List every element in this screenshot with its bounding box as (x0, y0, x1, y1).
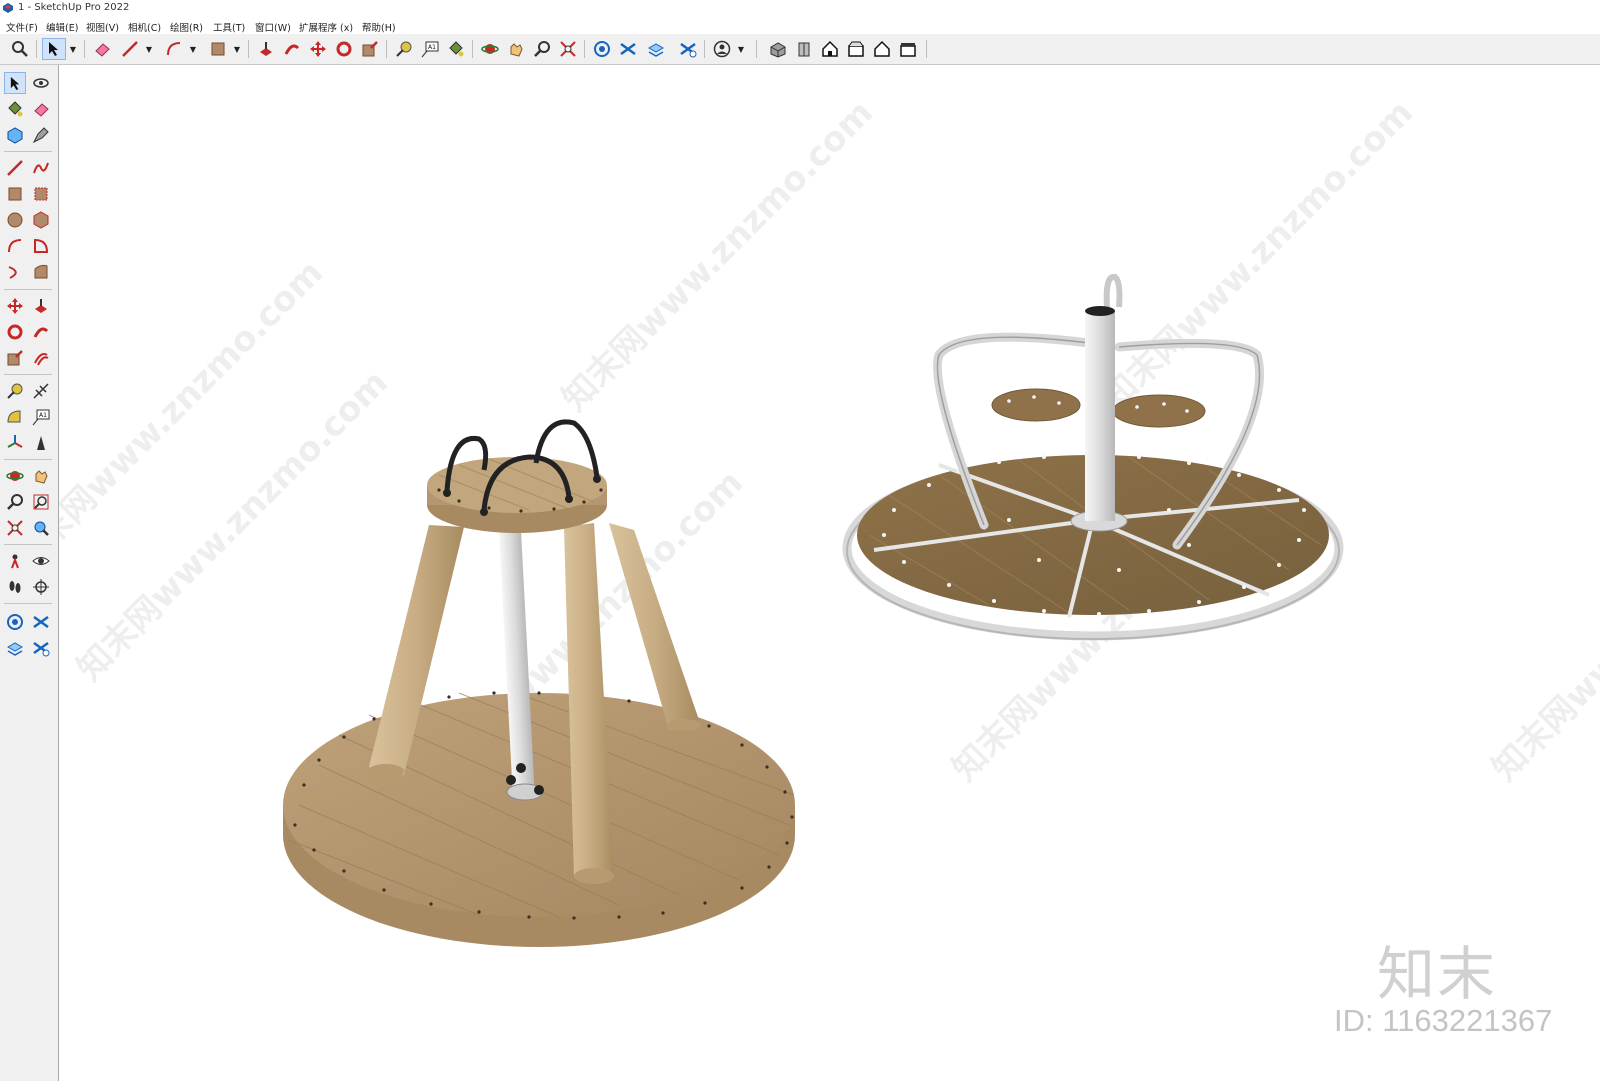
rectangle-icon[interactable] (206, 38, 230, 60)
svg-text:A1: A1 (39, 412, 47, 419)
menu-extensions[interactable]: 扩展程序 (x) (299, 20, 353, 34)
scale-icon[interactable] (4, 347, 26, 369)
menu-view[interactable]: 视图(V) (86, 20, 119, 34)
menu-window[interactable]: 窗口(W) (255, 20, 291, 34)
metal-spinner-model (842, 273, 1344, 641)
pan-icon[interactable] (504, 38, 528, 60)
tape-measure-icon[interactable] (392, 38, 416, 60)
tag-icon[interactable] (30, 124, 52, 146)
select-icon[interactable] (42, 38, 66, 60)
two-point-arc-icon[interactable] (4, 261, 26, 283)
search-icon[interactable] (8, 38, 32, 60)
circle-icon[interactable] (4, 209, 26, 231)
orbit-icon[interactable] (30, 72, 52, 94)
pencil-dropdown-icon[interactable]: ▼ (144, 40, 154, 58)
protractor-icon[interactable] (4, 406, 26, 428)
arc-icon[interactable] (162, 38, 186, 60)
offset-icon[interactable] (30, 347, 52, 369)
dimension-icon[interactable] (30, 380, 52, 402)
brand-logo: 知末 (1377, 940, 1498, 1008)
look-around-icon[interactable] (30, 550, 52, 572)
3d-text-icon[interactable] (30, 432, 52, 454)
select-icon[interactable] (4, 72, 26, 94)
front-view-icon[interactable] (792, 38, 816, 60)
layout-icon[interactable] (4, 637, 26, 659)
svg-text:A1: A1 (428, 44, 436, 51)
eraser-icon[interactable] (90, 38, 114, 60)
extension-manager-icon[interactable] (30, 637, 52, 659)
title-bar: 1 - SketchUp Pro 2022 (0, 0, 1600, 17)
menu-camera[interactable]: 相机(C) (128, 20, 161, 34)
three-point-arc-icon[interactable] (30, 261, 52, 283)
wooden-spinner-model (283, 419, 795, 947)
follow-me-icon[interactable] (30, 321, 52, 343)
component-icon[interactable] (4, 124, 26, 146)
extension-manager-icon[interactable] (676, 38, 700, 60)
pencil-icon[interactable] (118, 38, 142, 60)
section-plane-icon[interactable] (30, 576, 52, 598)
text-icon[interactable]: A1 (418, 38, 442, 60)
text-icon[interactable]: A1 (30, 406, 52, 428)
model-id-label: ID: 1163221367 (1334, 1003, 1553, 1038)
previous-view-icon[interactable] (30, 517, 52, 539)
position-camera-icon[interactable] (4, 550, 26, 572)
push-pull-icon[interactable] (30, 295, 52, 317)
menu-bar: 文件(F) 编辑(E) 视图(V) 相机(C) 绘图(R) 工具(T) 窗口(W… (0, 17, 1600, 34)
back-view-icon[interactable] (870, 38, 894, 60)
push-pull-icon[interactable] (254, 38, 278, 60)
modeling-viewport[interactable]: 知末网www.znzmo.com 知末网www.znzmo.com 知末网www… (59, 65, 1600, 1081)
move-icon[interactable] (4, 295, 26, 317)
zoom-extents-icon[interactable] (4, 517, 26, 539)
left-view-icon[interactable] (896, 38, 920, 60)
warehouse-icon[interactable] (4, 611, 26, 633)
menu-help[interactable]: 帮助(H) (362, 20, 396, 34)
menu-draw[interactable]: 绘图(R) (170, 20, 203, 34)
iso-view-icon[interactable] (766, 38, 790, 60)
arc-icon[interactable] (4, 235, 26, 257)
arc-dropdown-icon[interactable]: ▼ (188, 40, 198, 58)
line-icon[interactable] (4, 157, 26, 179)
freehand-icon[interactable] (30, 157, 52, 179)
warehouse-icon[interactable] (590, 38, 614, 60)
paint-bucket-icon[interactable] (444, 38, 468, 60)
paint-bucket-icon[interactable] (4, 98, 26, 120)
select-dropdown-icon[interactable]: ▼ (68, 40, 78, 58)
move-icon[interactable] (306, 38, 330, 60)
rotate-icon[interactable] (4, 321, 26, 343)
pie-icon[interactable] (30, 235, 52, 257)
menu-file[interactable]: 文件(F) (6, 20, 38, 34)
axes-icon[interactable] (4, 432, 26, 454)
top-view-icon[interactable] (818, 38, 842, 60)
zoom-icon[interactable] (530, 38, 554, 60)
scale-icon[interactable] (358, 38, 382, 60)
walk-icon[interactable] (4, 576, 26, 598)
rotated-rectangle-icon[interactable] (30, 183, 52, 205)
rotate-icon[interactable] (332, 38, 356, 60)
menu-tools[interactable]: 工具(T) (213, 20, 245, 34)
3d-scene (283, 273, 1344, 947)
main-toolbar: ▼ ▼ ▼ ▼ A1 ▼ (0, 34, 1600, 65)
eraser-icon[interactable] (30, 98, 52, 120)
zoom-icon[interactable] (4, 491, 26, 513)
polygon-icon[interactable] (30, 209, 52, 231)
orbit-icon[interactable] (4, 465, 26, 487)
orbit-icon[interactable] (478, 38, 502, 60)
zoom-window-icon[interactable] (30, 491, 52, 513)
tape-measure-icon[interactable] (4, 380, 26, 402)
extension-warehouse-icon[interactable] (30, 611, 52, 633)
account-dropdown-icon[interactable]: ▼ (736, 40, 746, 58)
pan-icon[interactable] (30, 465, 52, 487)
right-view-icon[interactable] (844, 38, 868, 60)
zoom-extents-icon[interactable] (556, 38, 580, 60)
rectangle-dropdown-icon[interactable]: ▼ (232, 40, 242, 58)
sketchup-logo-icon (3, 3, 13, 13)
rectangle-icon[interactable] (4, 183, 26, 205)
extension-warehouse-icon[interactable] (616, 38, 640, 60)
account-icon[interactable] (710, 38, 734, 60)
menu-edit[interactable]: 编辑(E) (46, 20, 78, 34)
follow-me-icon[interactable] (280, 38, 304, 60)
large-tool-set-sidebar: A1 (0, 65, 59, 1081)
window-title: 1 - SketchUp Pro 2022 (18, 2, 130, 13)
layout-icon[interactable] (644, 38, 668, 60)
